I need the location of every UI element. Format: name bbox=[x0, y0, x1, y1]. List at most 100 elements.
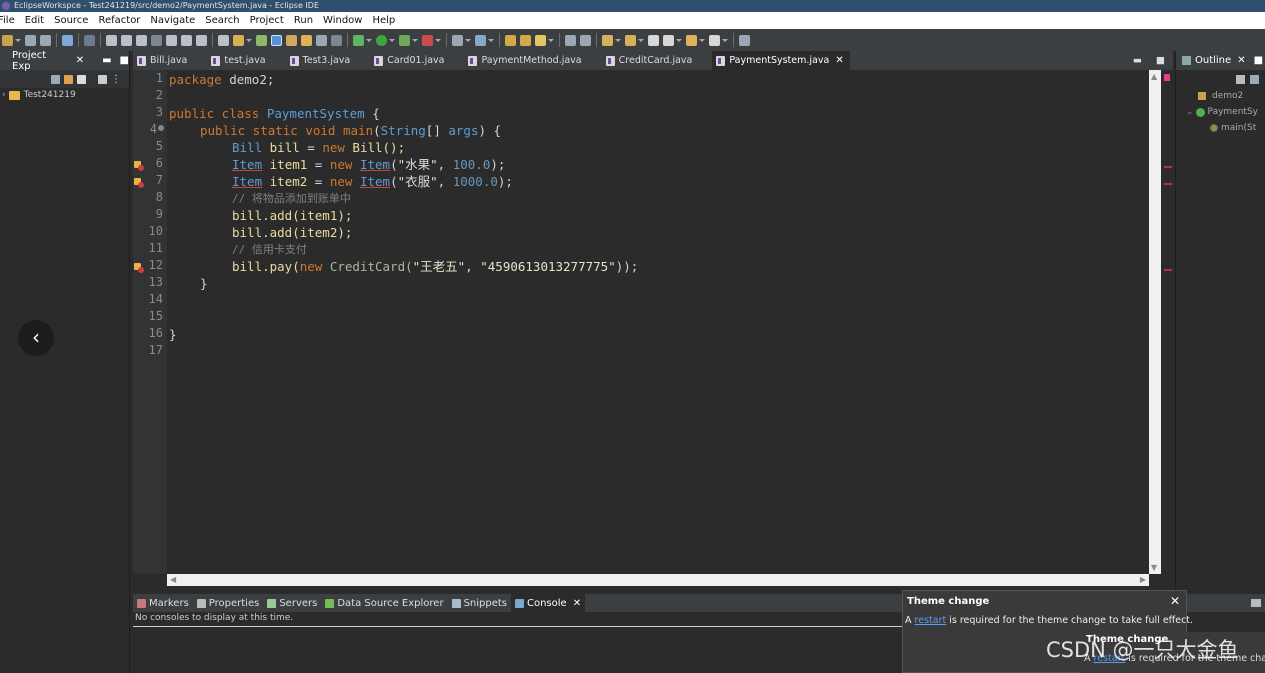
minimize-icon[interactable]: ▬ bbox=[102, 55, 111, 66]
menu-file[interactable]: File bbox=[0, 12, 20, 29]
overview-ruler[interactable] bbox=[1163, 70, 1173, 588]
code-editor[interactable]: 1 2 3 4 5 6 7 8 9 10 11 12 13 14 15 16 1… bbox=[133, 70, 1163, 588]
error-marker-icon[interactable] bbox=[134, 263, 144, 273]
minimize-icon[interactable]: ▬ bbox=[1133, 55, 1142, 66]
outline-item-class[interactable]: ⌄ PaymentSy bbox=[1176, 104, 1265, 120]
coverage-icon[interactable] bbox=[399, 34, 410, 46]
scroll-down-icon[interactable]: ▼ bbox=[1151, 563, 1157, 572]
project-explorer-tab[interactable]: Project Exp ✕ ▬ ■ bbox=[0, 50, 129, 72]
filter-icon[interactable] bbox=[77, 74, 86, 84]
focus-icon[interactable] bbox=[98, 74, 107, 84]
save-all-icon[interactable] bbox=[40, 34, 51, 46]
maximize-icon[interactable]: ■ bbox=[1254, 55, 1263, 66]
open-perspective-icon[interactable] bbox=[739, 34, 750, 46]
close-icon[interactable]: ✕ bbox=[573, 598, 581, 609]
tab-paymentsystem-java[interactable]: PaymentSystem.java ✕ bbox=[712, 51, 850, 70]
tab-servers[interactable]: Servers bbox=[263, 594, 321, 612]
tab-bill-java[interactable]: Bill.java bbox=[133, 51, 193, 70]
close-icon[interactable]: ✕ bbox=[76, 55, 84, 66]
open-type-icon[interactable] bbox=[505, 34, 516, 46]
suspend-icon[interactable] bbox=[121, 34, 132, 46]
toggle-highlight-icon[interactable] bbox=[271, 34, 282, 46]
horizontal-scrollbar[interactable]: ◀ ▶ bbox=[167, 574, 1149, 586]
tab-card01-java[interactable]: Card01.java bbox=[370, 51, 450, 70]
skip-breakpoints-icon[interactable] bbox=[84, 34, 95, 46]
menu-search[interactable]: Search bbox=[200, 12, 244, 29]
error-summary-icon[interactable] bbox=[1164, 74, 1170, 81]
mark-occurrences-icon[interactable] bbox=[286, 34, 297, 46]
next-annotation-icon[interactable] bbox=[602, 34, 613, 46]
back-icon[interactable] bbox=[663, 34, 674, 46]
tab-paymentmethod-java[interactable]: PaymentMethod.java bbox=[464, 51, 587, 70]
new-icon[interactable] bbox=[2, 34, 13, 46]
menu-edit[interactable]: Edit bbox=[20, 12, 49, 29]
chevron-left-icon[interactable]: ‹ bbox=[18, 320, 54, 356]
word-wrap-icon[interactable] bbox=[316, 34, 327, 46]
disconnect-icon[interactable] bbox=[151, 34, 162, 46]
vertical-scrollbar[interactable]: ▲ ▼ bbox=[1149, 70, 1161, 574]
annotation-icon[interactable] bbox=[565, 34, 576, 46]
open-task-icon[interactable] bbox=[520, 34, 531, 46]
forward-nav-icon[interactable] bbox=[709, 34, 720, 46]
chevron-right-icon[interactable]: › bbox=[2, 90, 6, 100]
menu-refactor[interactable]: Refactor bbox=[93, 12, 145, 29]
tab-snippets[interactable]: Snippets bbox=[448, 594, 511, 612]
forward-icon[interactable] bbox=[686, 34, 697, 46]
tab-test-java[interactable]: test.java bbox=[207, 51, 271, 70]
block-selection-icon[interactable] bbox=[301, 34, 312, 46]
error-marker-icon[interactable] bbox=[134, 161, 144, 171]
close-icon[interactable]: ✕ bbox=[1237, 55, 1245, 66]
search-icon[interactable] bbox=[535, 34, 546, 46]
collapse-all-icon[interactable] bbox=[51, 74, 60, 84]
close-icon[interactable]: ✕ bbox=[1170, 594, 1180, 608]
link-editor-icon[interactable] bbox=[64, 74, 73, 84]
last-edit-icon[interactable] bbox=[648, 34, 659, 46]
prev-annotation-icon[interactable] bbox=[625, 34, 636, 46]
open-console-icon[interactable] bbox=[1251, 599, 1261, 607]
menu-source[interactable]: Source bbox=[49, 12, 93, 29]
collapse-all-icon[interactable] bbox=[1250, 74, 1259, 84]
open-console-icon[interactable] bbox=[218, 34, 229, 46]
menu-project[interactable]: Project bbox=[245, 12, 289, 29]
scroll-right-icon[interactable]: ▶ bbox=[1140, 575, 1146, 584]
tab-test3-java[interactable]: Test3.java bbox=[286, 51, 357, 70]
tab-creditcard-java[interactable]: CreditCard.java bbox=[602, 51, 699, 70]
debug-icon[interactable] bbox=[353, 34, 364, 46]
external-tools-icon[interactable] bbox=[422, 34, 433, 46]
focus-icon[interactable] bbox=[1236, 74, 1245, 84]
restart-link[interactable]: restart bbox=[915, 615, 947, 626]
tab-data-source-explorer[interactable]: Data Source Explorer bbox=[321, 594, 447, 612]
fold-icon[interactable] bbox=[158, 125, 164, 131]
view-menu-icon[interactable]: ⋮ bbox=[111, 74, 121, 85]
tab-properties[interactable]: Properties bbox=[193, 594, 264, 612]
chevron-down-icon[interactable]: ⌄ bbox=[1186, 107, 1194, 117]
outline-item-package[interactable]: demo2 bbox=[1176, 88, 1265, 104]
new-class-icon[interactable] bbox=[233, 34, 244, 46]
new-java-project-icon[interactable] bbox=[452, 34, 463, 46]
step-return-icon[interactable] bbox=[196, 34, 207, 46]
error-mark[interactable] bbox=[1164, 269, 1172, 271]
tab-markers[interactable]: Markers bbox=[133, 594, 193, 612]
toggle-breadcrumb-icon[interactable] bbox=[256, 34, 267, 46]
menu-run[interactable]: Run bbox=[289, 12, 318, 29]
menu-window[interactable]: Window bbox=[318, 12, 367, 29]
step-over-icon[interactable] bbox=[181, 34, 192, 46]
step-into-icon[interactable] bbox=[166, 34, 177, 46]
scroll-up-icon[interactable]: ▲ bbox=[1151, 72, 1157, 81]
resume-icon[interactable] bbox=[106, 34, 117, 46]
maximize-icon[interactable]: ■ bbox=[120, 55, 129, 66]
new-package-icon[interactable] bbox=[475, 34, 486, 46]
error-mark[interactable] bbox=[1164, 166, 1172, 168]
terminate-icon[interactable] bbox=[136, 34, 147, 46]
terminal-icon[interactable] bbox=[62, 34, 73, 46]
error-marker-icon[interactable] bbox=[134, 178, 144, 188]
run-icon[interactable] bbox=[376, 34, 387, 46]
tab-console[interactable]: Console ✕ bbox=[511, 594, 586, 612]
scroll-left-icon[interactable]: ◀ bbox=[170, 575, 176, 584]
close-icon[interactable]: ✕ bbox=[835, 55, 843, 66]
outline-tab[interactable]: Outline ✕ ■ bbox=[1176, 51, 1265, 70]
save-icon[interactable] bbox=[25, 34, 36, 46]
outline-item-method[interactable]: main(St bbox=[1176, 120, 1265, 136]
show-whitespace-icon[interactable] bbox=[331, 34, 342, 46]
tree-item-project[interactable]: › Test241219 bbox=[0, 88, 129, 102]
